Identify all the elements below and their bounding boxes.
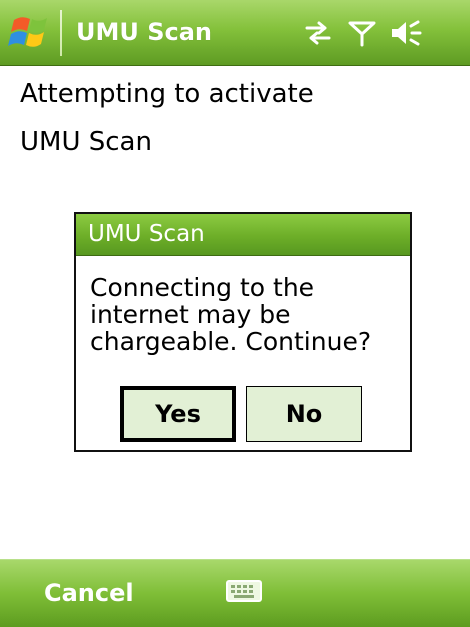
app-name-label: UMU Scan: [20, 127, 152, 157]
volume-icon[interactable]: [388, 18, 424, 48]
dialog-title: UMU Scan: [88, 221, 205, 247]
title-bar: UMU Scan: [0, 0, 470, 66]
connectivity-icon[interactable]: [300, 18, 336, 48]
screen: UMU Scan Attempting to activate UMU Scan: [0, 0, 470, 627]
windows-logo-icon: [8, 17, 47, 47]
title-separator: [60, 10, 62, 56]
confirmation-dialog: UMU Scan Connecting to the internet may …: [74, 212, 412, 452]
app-title: UMU Scan: [76, 18, 213, 46]
keyboard-button[interactable]: [221, 574, 267, 608]
start-button[interactable]: [4, 8, 60, 56]
cancel-softkey[interactable]: Cancel: [44, 578, 134, 608]
yes-button[interactable]: Yes: [120, 386, 236, 442]
dialog-message: Connecting to the internet may be charge…: [90, 273, 372, 356]
content-area: Attempting to activate UMU Scan UMU Scan…: [0, 66, 470, 559]
status-message: Attempting to activate: [20, 79, 314, 109]
keyboard-icon: [226, 580, 262, 602]
dialog-header: UMU Scan: [76, 214, 410, 256]
signal-icon[interactable]: [344, 18, 380, 48]
no-button[interactable]: No: [246, 386, 362, 442]
menu-bar: Cancel: [0, 559, 470, 627]
